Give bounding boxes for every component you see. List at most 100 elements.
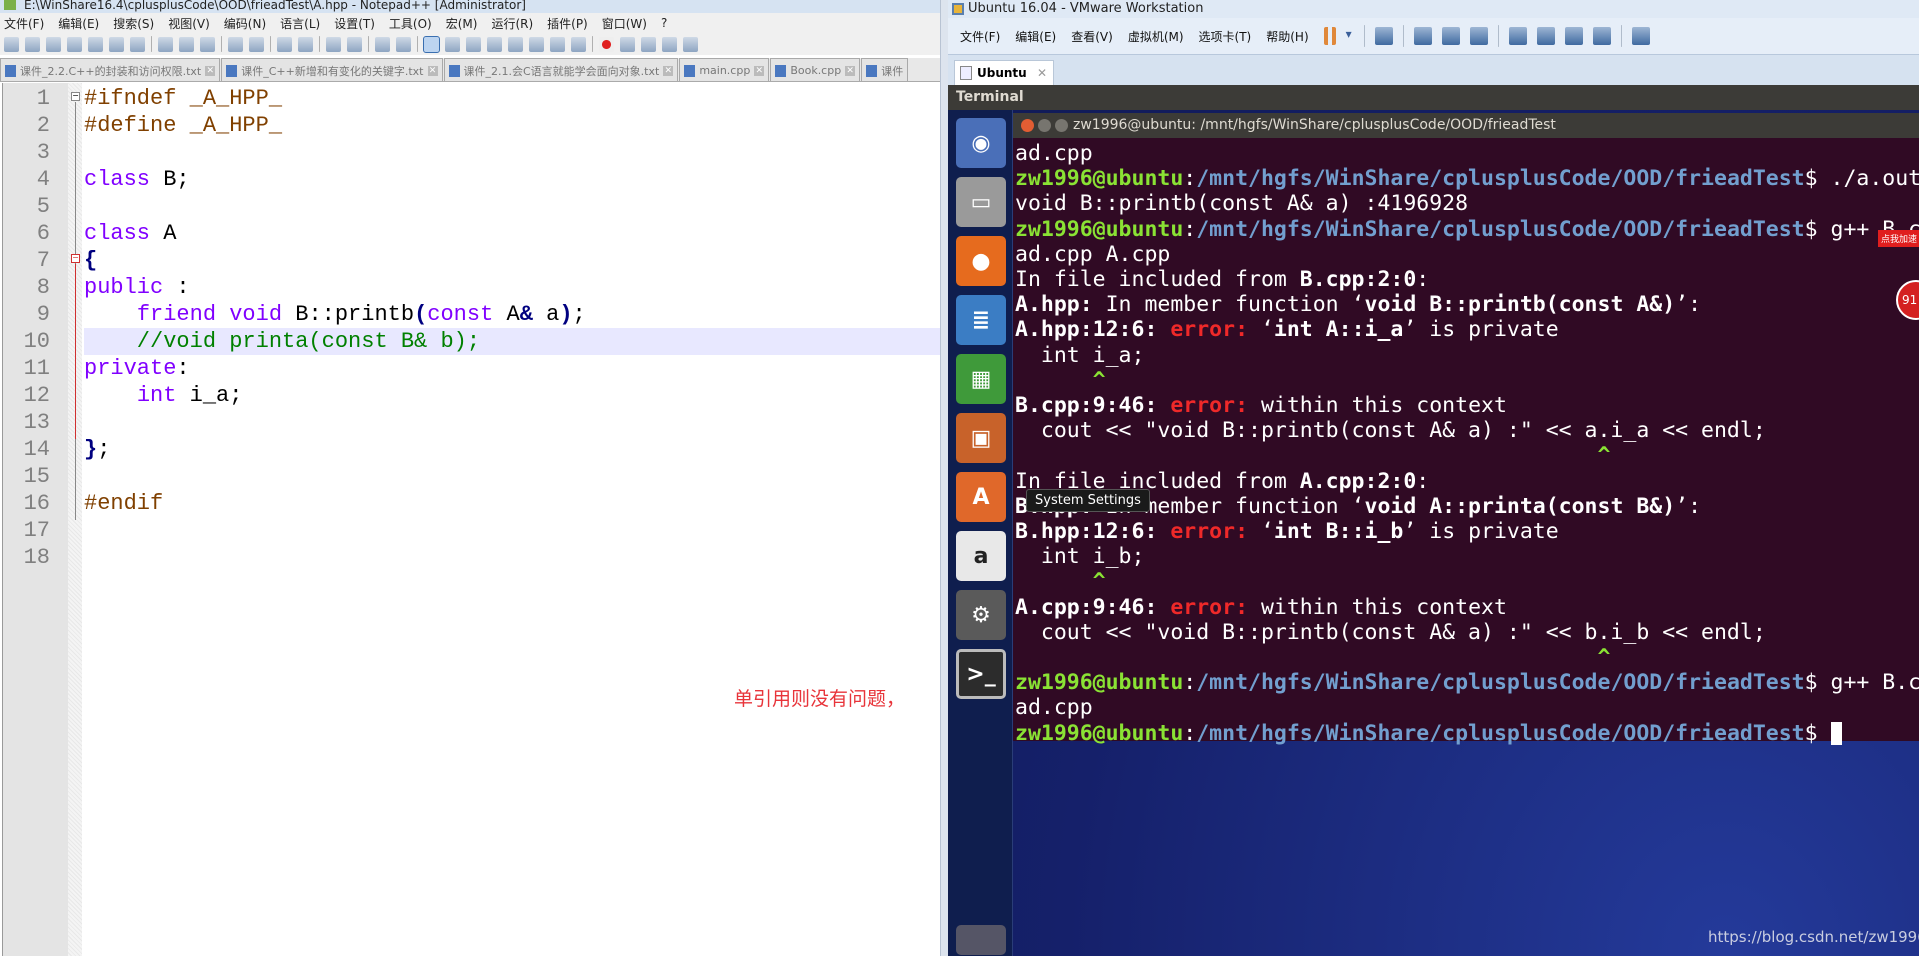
menu-item[interactable]: 插件(P) — [547, 15, 588, 32]
play-macro-icon[interactable] — [641, 36, 656, 52]
replace-icon[interactable] — [298, 36, 313, 52]
trash-icon[interactable] — [956, 925, 1006, 955]
save-icon[interactable] — [46, 36, 61, 52]
fullscreen-icon[interactable] — [1564, 27, 1583, 45]
doc-map-icon[interactable] — [508, 36, 523, 52]
terminal-line: ^ — [1015, 569, 1919, 594]
sync-v-icon[interactable] — [375, 36, 390, 52]
menu-item[interactable]: ? — [661, 16, 667, 30]
close-tab-icon[interactable]: ✕ — [754, 65, 765, 76]
record-macro-icon[interactable] — [599, 36, 614, 52]
code-line: 8 public : — [0, 274, 940, 301]
menu-item[interactable]: 虚拟机(M) — [1128, 28, 1184, 45]
close-tab-icon[interactable]: ✕ — [1037, 61, 1047, 85]
code-token: ) — [559, 302, 573, 327]
all-chars-icon[interactable] — [445, 36, 460, 52]
code-editor[interactable]: − − 1 #ifndef _A_HPP_ 2 #define _A_HPP_ 3 4 cl… — [0, 83, 940, 956]
terminal-text: zw1996@ubuntu — [1015, 166, 1184, 192]
snapshot-manager-icon[interactable] — [1469, 27, 1488, 45]
open-file-icon[interactable] — [25, 36, 40, 52]
maximize-window-icon[interactable] — [1055, 119, 1068, 132]
terminal-title-bar: zw1996@ubuntu: /mnt/hgfs/WinShare/cplusp… — [1013, 113, 1919, 138]
menu-item[interactable]: 选项卡(T) — [1199, 28, 1252, 45]
send-ctrl-alt-del-icon[interactable] — [1374, 27, 1393, 45]
file-tab[interactable]: 课件 — [861, 58, 909, 81]
menu-item[interactable]: 编辑(E) — [1015, 28, 1056, 45]
console-view-icon[interactable] — [1536, 27, 1555, 45]
dropdown-icon[interactable]: ▾ — [1346, 27, 1354, 45]
file-tab[interactable]: main.cpp ✕ — [679, 58, 770, 81]
line-number: 13 — [23, 410, 50, 435]
undo-icon[interactable] — [228, 36, 243, 52]
udl-icon[interactable] — [487, 36, 502, 52]
minimize-window-icon[interactable] — [1038, 119, 1051, 132]
save-macro-icon[interactable] — [683, 36, 698, 52]
zoom-in-icon[interactable] — [326, 36, 341, 52]
writer-icon[interactable]: ≣ — [956, 295, 1006, 345]
zoom-out-icon[interactable] — [347, 36, 362, 52]
file-tab[interactable]: 课件_2.2.C++的封装和访问权限.txt ✕ — [0, 58, 221, 81]
paste-icon[interactable] — [200, 36, 215, 52]
tab-ubuntu[interactable]: Ubuntu 16.04✕ — [954, 60, 1054, 104]
terminal-icon[interactable]: >_ — [956, 649, 1006, 699]
menu-item[interactable]: 运行(R) — [491, 15, 533, 32]
close-tab-icon[interactable]: ✕ — [205, 65, 216, 76]
file-tab[interactable]: 课件_2.1.会C语言就能学会面向对象.txt ✕ — [443, 58, 679, 81]
menu-item[interactable]: 宏(M) — [446, 15, 478, 32]
calc-icon[interactable]: ▦ — [956, 354, 1006, 404]
terminal-line: ad.cpp — [1015, 141, 1919, 166]
menu-item[interactable]: 工具(O) — [389, 15, 432, 32]
snapshot-icon[interactable] — [1413, 27, 1432, 45]
file-tab[interactable]: Book.cpp ✕ — [770, 58, 861, 81]
firefox-icon[interactable]: ● — [956, 236, 1006, 286]
file-tab[interactable]: 课件_C++新增和有变化的关键字.txt ✕ — [221, 58, 443, 81]
menu-item[interactable]: 搜索(S) — [113, 15, 154, 32]
monitor-icon[interactable] — [571, 36, 586, 52]
new-file-icon[interactable] — [4, 36, 19, 52]
terminal-output: ad.cpp zw1996@ubuntu:/mnt/hgfs/WinShare/c… — [1015, 141, 1919, 746]
folder-icon[interactable] — [550, 36, 565, 52]
menu-item[interactable]: 文件(F) — [4, 15, 44, 32]
stop-macro-icon[interactable] — [620, 36, 635, 52]
thumbnail-icon[interactable] — [1631, 27, 1650, 45]
close-icon[interactable] — [88, 36, 103, 52]
close-all-icon[interactable] — [109, 36, 124, 52]
ubuntu-dash-icon[interactable]: ◉ — [956, 118, 1006, 168]
function-list-icon[interactable] — [529, 36, 544, 52]
close-tab-icon[interactable]: ✕ — [845, 65, 856, 76]
redo-icon[interactable] — [249, 36, 264, 52]
menu-item[interactable]: 编辑(E) — [58, 15, 99, 32]
sidebar-icon[interactable] — [1508, 27, 1527, 45]
close-tab-icon[interactable]: ✕ — [427, 65, 438, 76]
close-window-icon[interactable] — [1021, 119, 1034, 132]
print-icon[interactable] — [130, 36, 145, 52]
save-all-icon[interactable] — [67, 36, 82, 52]
menu-item[interactable]: 设置(T) — [334, 15, 375, 32]
menu-item[interactable]: 窗口(W) — [602, 15, 647, 32]
unity-icon[interactable] — [1592, 27, 1611, 45]
menu-item[interactable]: 视图(V) — [168, 15, 210, 32]
speed-up-badge[interactable]: 点我加速 91 — [1878, 230, 1919, 320]
menu-item[interactable]: 编码(N) — [224, 15, 266, 32]
vm-screen[interactable]: Terminal ◉ ▭ ● ≣ ▦ ▣ Aa ⚙ >_ zw1996@ubuntu: /mnt… — [948, 85, 1919, 956]
copy-icon[interactable] — [179, 36, 194, 52]
menu-item[interactable]: 语言(L) — [280, 15, 320, 32]
indent-guide-icon[interactable] — [466, 36, 481, 52]
pause-icon[interactable] — [1323, 27, 1336, 45]
menu-item[interactable]: 查看(V) — [1071, 28, 1113, 45]
wrap-icon[interactable] — [423, 35, 440, 53]
system-settings-icon[interactable]: ⚙ — [956, 590, 1006, 640]
impress-icon[interactable]: ▣ — [956, 413, 1006, 463]
menu-item[interactable]: 文件(F) — [960, 28, 1000, 45]
close-tab-icon[interactable]: ✕ — [663, 65, 674, 76]
files-icon[interactable]: ▭ — [956, 177, 1006, 227]
cut-icon[interactable] — [158, 36, 173, 52]
find-icon[interactable] — [277, 36, 292, 52]
run-macro-multi-icon[interactable] — [662, 36, 677, 52]
revert-snapshot-icon[interactable] — [1441, 27, 1460, 45]
sync-h-icon[interactable] — [396, 36, 411, 52]
software-center-icon[interactable]: A — [956, 472, 1006, 522]
terminal-window[interactable]: zw1996@ubuntu: /mnt/hgfs/WinShare/cplusp… — [1013, 113, 1919, 746]
menu-item[interactable]: 帮助(H) — [1266, 28, 1308, 45]
amazon-icon[interactable]: a — [956, 531, 1006, 581]
